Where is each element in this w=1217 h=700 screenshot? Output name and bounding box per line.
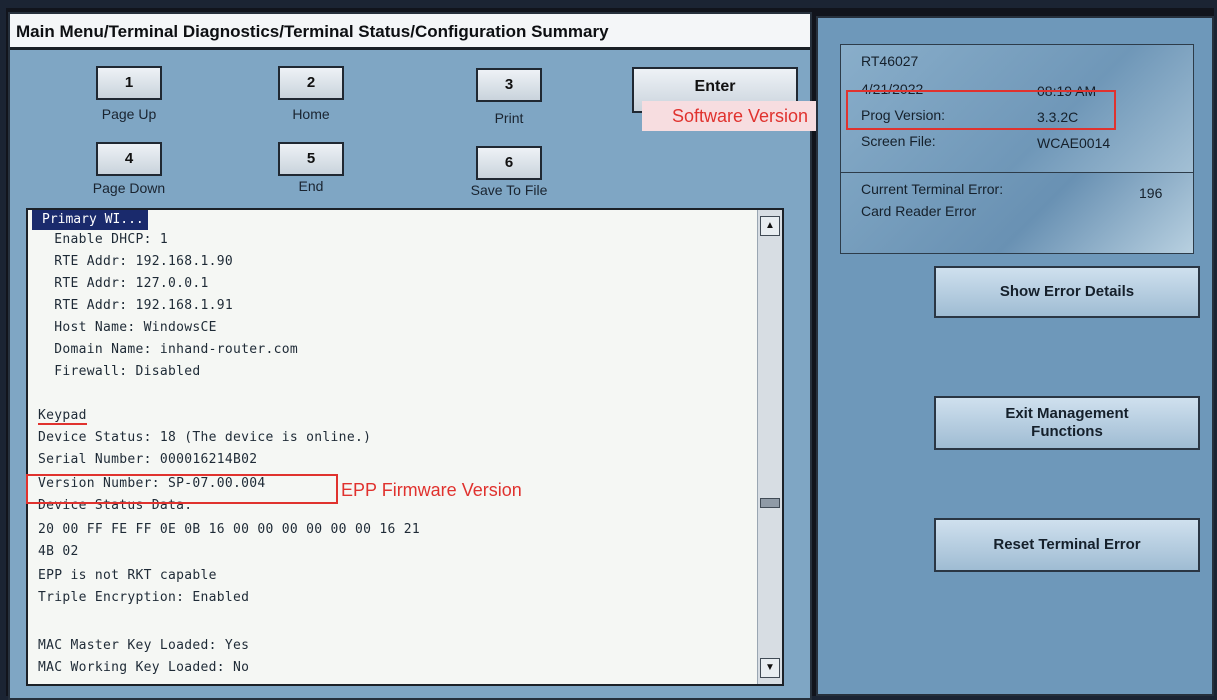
log-line: MAC Working Key Loaded: No <box>38 660 250 675</box>
config-log-list[interactable]: Primary WI... Enable DHCP: 1 RTE Addr: 1… <box>26 208 784 686</box>
show-error-details-button[interactable]: Show Error Details <box>934 266 1200 318</box>
log-line: Enable DHCP: 1 <box>38 232 169 247</box>
log-line: Serial Number: 000016214B02 <box>38 452 258 467</box>
log-section-keypad: Keypad <box>38 408 87 425</box>
key-6-label: Save To File <box>470 182 548 198</box>
log-line: 20 00 FF FE FF 0E 0B 16 00 00 00 00 00 0… <box>38 522 420 537</box>
scroll-down-arrow-icon[interactable]: ▼ <box>760 658 780 678</box>
key-1-button[interactable]: 1 <box>96 66 162 100</box>
screen-file-label: Screen File: <box>861 133 936 149</box>
key-2-button[interactable]: 2 <box>278 66 344 100</box>
scroll-thumb[interactable] <box>760 498 780 508</box>
epp-version-highlight <box>26 474 338 504</box>
selected-log-item[interactable]: Primary WI... <box>32 210 148 230</box>
log-line: Triple Encryption: Enabled <box>38 590 250 605</box>
log-line: Device Status: 18 (The device is online.… <box>38 430 372 445</box>
log-line: Domain Name: inhand-router.com <box>38 342 299 357</box>
key-4-button[interactable]: 4 <box>96 142 162 176</box>
log-line: RTE Addr: 192.168.1.91 <box>38 298 234 313</box>
terminal-error-box: Current Terminal Error: 196 Card Reader … <box>840 172 1194 254</box>
terminal-id: RT46027 <box>861 53 919 69</box>
key-3-label: Print <box>494 110 524 126</box>
current-error-label: Current Terminal Error: <box>861 181 1004 197</box>
log-line: 4B 02 <box>38 544 79 559</box>
current-error-text: Card Reader Error <box>861 203 977 219</box>
key-6-button[interactable]: 6 <box>476 146 542 180</box>
key-2-label: Home <box>292 106 330 122</box>
key-1-label: Page Up <box>101 106 157 122</box>
prog-version-highlight <box>846 90 1116 130</box>
log-line: RTE Addr: 192.168.1.90 <box>38 254 234 269</box>
log-line: MAC Master Key Loaded: Yes <box>38 638 250 653</box>
screen-file-value: WCAE0014 <box>1037 135 1111 151</box>
log-line: Host Name: WindowsCE <box>38 320 217 335</box>
key-5-label: End <box>298 178 324 194</box>
scroll-up-arrow-icon[interactable]: ▲ <box>760 216 780 236</box>
reset-terminal-error-button[interactable]: Reset Terminal Error <box>934 518 1200 572</box>
log-line: Firewall: Disabled <box>38 364 201 379</box>
log-line: RTE Addr: 127.0.0.1 <box>38 276 209 291</box>
key-3-button[interactable]: 3 <box>476 68 542 102</box>
key-5-button[interactable]: 5 <box>278 142 344 176</box>
software-version-annotation: Software Version <box>642 101 838 131</box>
key-4-label: Page Down <box>92 180 166 196</box>
page-title: Main Menu/Terminal Diagnostics/Terminal … <box>10 14 810 50</box>
log-scrollbar[interactable]: ▲ ▼ <box>757 210 782 684</box>
current-error-code: 196 <box>1139 185 1163 201</box>
exit-management-functions-button[interactable]: Exit Management Functions <box>934 396 1200 450</box>
log-line: EPP is not RKT capable <box>38 568 217 583</box>
epp-firmware-annotation: EPP Firmware Version <box>341 480 522 500</box>
